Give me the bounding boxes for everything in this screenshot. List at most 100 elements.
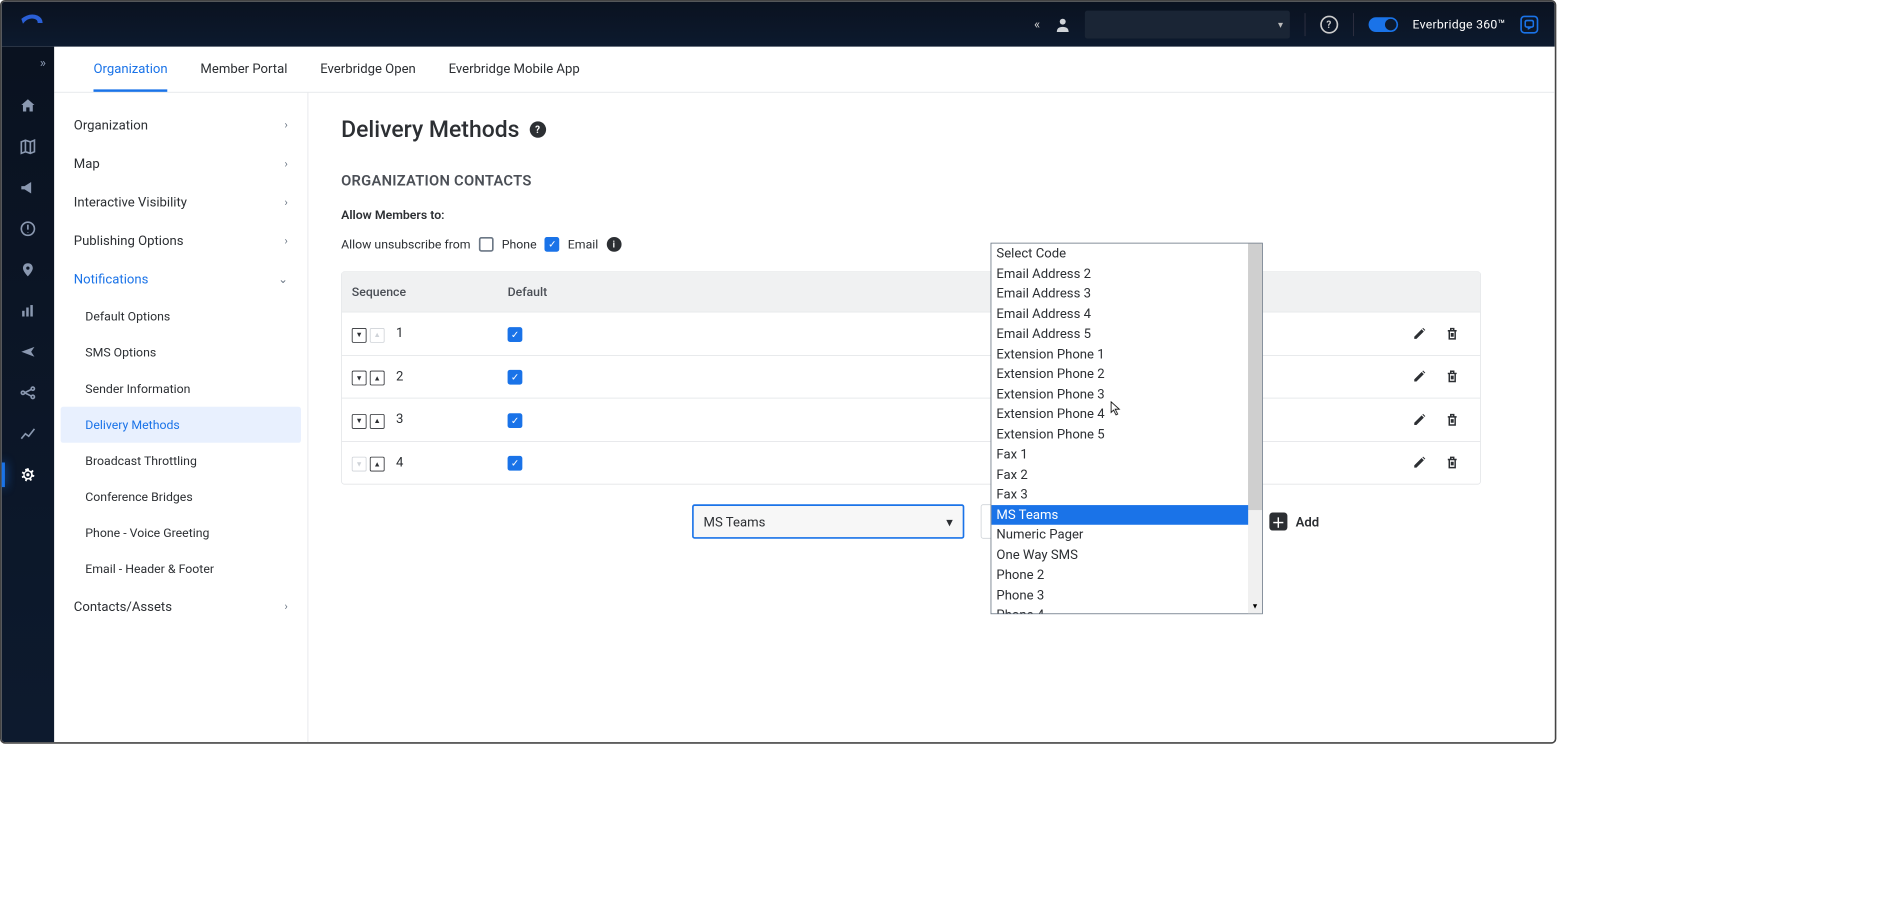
scrollbar[interactable]: ▼: [1248, 244, 1262, 614]
move-up-button: ▲: [370, 328, 385, 343]
sidebar-item-map[interactable]: Map›: [54, 144, 307, 183]
dropdown-option[interactable]: Email Address 5: [991, 324, 1248, 344]
view-toggle[interactable]: [1368, 17, 1398, 32]
dropdown-option[interactable]: Extension Phone 2: [991, 364, 1248, 384]
scrollbar-thumb[interactable]: [1248, 244, 1262, 510]
sidebar-sub-sms-options[interactable]: SMS Options: [54, 335, 307, 371]
move-down-button[interactable]: ▼: [352, 328, 367, 343]
delivery-method-select[interactable]: MS Teams ▾: [692, 504, 964, 538]
edit-icon[interactable]: [1411, 454, 1427, 470]
dropdown-option[interactable]: Phone 3: [991, 585, 1248, 605]
edit-icon[interactable]: [1411, 368, 1427, 384]
pin-icon[interactable]: [18, 260, 38, 280]
grid-header: Sequence Default Prompt: [342, 272, 1480, 311]
dropdown-option[interactable]: Numeric Pager: [991, 525, 1248, 545]
delete-icon[interactable]: [1444, 325, 1460, 341]
edit-icon[interactable]: [1411, 325, 1427, 341]
sidebar-sub-delivery-methods[interactable]: Delivery Methods: [61, 407, 301, 443]
table-row: ▼▲4✓Everbridge App: [342, 441, 1480, 484]
seq-value: 4: [396, 454, 403, 470]
dropdown-option[interactable]: Extension Phone 1: [991, 344, 1248, 364]
trend-icon[interactable]: [18, 424, 38, 444]
dropdown-option[interactable]: Fax 3: [991, 485, 1248, 505]
move-down-button[interactable]: ▼: [352, 371, 367, 386]
page-help-icon[interactable]: ?: [529, 121, 545, 137]
dropdown-option[interactable]: Email Address 4: [991, 304, 1248, 324]
dropdown-option[interactable]: Email Address 3: [991, 284, 1248, 304]
default-checkbox[interactable]: ✓: [508, 413, 523, 428]
chevron-right-icon: ›: [284, 600, 287, 613]
email-checkbox[interactable]: ✓: [545, 237, 560, 252]
dropdown-option[interactable]: Fax 2: [991, 465, 1248, 485]
delete-icon[interactable]: [1444, 454, 1460, 470]
add-button[interactable]: ＋ Add: [1269, 513, 1319, 531]
user-menu[interactable]: ▾: [1085, 10, 1290, 38]
main: Delivery Methods ? ORGANIZATION CONTACTS…: [308, 93, 1554, 742]
tab-member-portal[interactable]: Member Portal: [200, 47, 287, 92]
network-icon[interactable]: [18, 383, 38, 403]
dropdown-option[interactable]: Email Address 2: [991, 264, 1248, 284]
dropdown-option[interactable]: Fax 1: [991, 444, 1248, 464]
rail-expand-icon[interactable]: »: [2, 55, 54, 75]
sidebar-item-notifications[interactable]: Notifications⌄: [54, 260, 307, 299]
scrollbar-down-icon[interactable]: ▼: [1248, 599, 1262, 613]
sidebar-item-label: Interactive Visibility: [74, 194, 187, 210]
table-row: ▼▲2✓Primary Email: [342, 355, 1480, 398]
dropdown-option[interactable]: MS Teams: [991, 505, 1248, 525]
delivery-grid: Sequence Default Prompt ▼▲1✓Primary SMS▼…: [341, 271, 1481, 484]
dropdown-option[interactable]: Extension Phone 5: [991, 424, 1248, 444]
tab-everbridge-open[interactable]: Everbridge Open: [320, 47, 416, 92]
sidebar-sub-email-header-footer[interactable]: Email - Header & Footer: [54, 551, 307, 587]
default-checkbox[interactable]: ✓: [508, 370, 523, 385]
sidebar-item-publishing-options[interactable]: Publishing Options›: [54, 221, 307, 260]
default-checkbox[interactable]: ✓: [508, 327, 523, 342]
delete-icon[interactable]: [1444, 411, 1460, 427]
unsubscribe-row: Allow unsubscribe from Phone ✓ Email i: [341, 237, 1481, 252]
tab-organization[interactable]: Organization: [93, 47, 167, 92]
sidebar-sub-broadcast-throttling[interactable]: Broadcast Throttling: [54, 443, 307, 479]
sidebar-item-organization[interactable]: Organization›: [54, 106, 307, 145]
delivery-method-dropdown[interactable]: Select CodeEmail Address 2Email Address …: [991, 243, 1263, 614]
move-up-button[interactable]: ▲: [370, 414, 385, 429]
default-checkbox[interactable]: ✓: [508, 456, 523, 471]
chat-icon[interactable]: [1520, 15, 1538, 33]
sidebar-item-label: Publishing Options: [74, 233, 184, 249]
topbar: « ▾ ? Everbridge 360™: [2, 2, 1555, 47]
add-label: Add: [1296, 514, 1320, 530]
collapse-icon[interactable]: «: [1034, 16, 1040, 32]
dropdown-option[interactable]: Extension Phone 4: [991, 404, 1248, 424]
chart-icon[interactable]: [18, 301, 38, 321]
home-icon[interactable]: [18, 96, 38, 116]
move-up-button[interactable]: ▲: [370, 457, 385, 472]
dropdown-option[interactable]: Select Code: [991, 244, 1248, 264]
dropdown-option[interactable]: Extension Phone 3: [991, 384, 1248, 404]
map-icon[interactable]: [18, 137, 38, 157]
dropdown-option[interactable]: Phone 4: [991, 605, 1248, 613]
divider: [1304, 13, 1305, 36]
info-icon[interactable]: i: [606, 237, 621, 252]
page-title-text: Delivery Methods: [341, 116, 519, 143]
sidebar-sub-default-options[interactable]: Default Options: [54, 298, 307, 334]
plane-icon[interactable]: [18, 342, 38, 362]
megaphone-icon[interactable]: [18, 178, 38, 198]
dropdown-option[interactable]: One Way SMS: [991, 545, 1248, 565]
delete-icon[interactable]: [1444, 368, 1460, 384]
sidebar-item-contacts-assets[interactable]: Contacts/Assets›: [54, 587, 307, 626]
sidebar-item-interactive-visibility[interactable]: Interactive Visibility›: [54, 183, 307, 222]
alert-icon[interactable]: [18, 219, 38, 239]
seq-value: 3: [396, 411, 403, 427]
sidebar-sub-sender-information[interactable]: Sender Information: [54, 371, 307, 407]
tab-everbridge-mobile[interactable]: Everbridge Mobile App: [449, 47, 580, 92]
help-icon[interactable]: ?: [1320, 15, 1338, 33]
sidebar-sub-conference-bridges[interactable]: Conference Bridges: [54, 479, 307, 515]
sidebar-sub-phone-voice-greeting[interactable]: Phone - Voice Greeting: [54, 515, 307, 551]
move-down-button[interactable]: ▼: [352, 414, 367, 429]
email-label: Email: [568, 237, 598, 252]
gear-icon[interactable]: [18, 465, 38, 485]
col-default: Default: [498, 272, 687, 311]
move-up-button[interactable]: ▲: [370, 371, 385, 386]
dropdown-option[interactable]: Phone 2: [991, 565, 1248, 585]
plus-icon: ＋: [1269, 513, 1287, 531]
phone-checkbox[interactable]: [479, 237, 494, 252]
edit-icon[interactable]: [1411, 411, 1427, 427]
